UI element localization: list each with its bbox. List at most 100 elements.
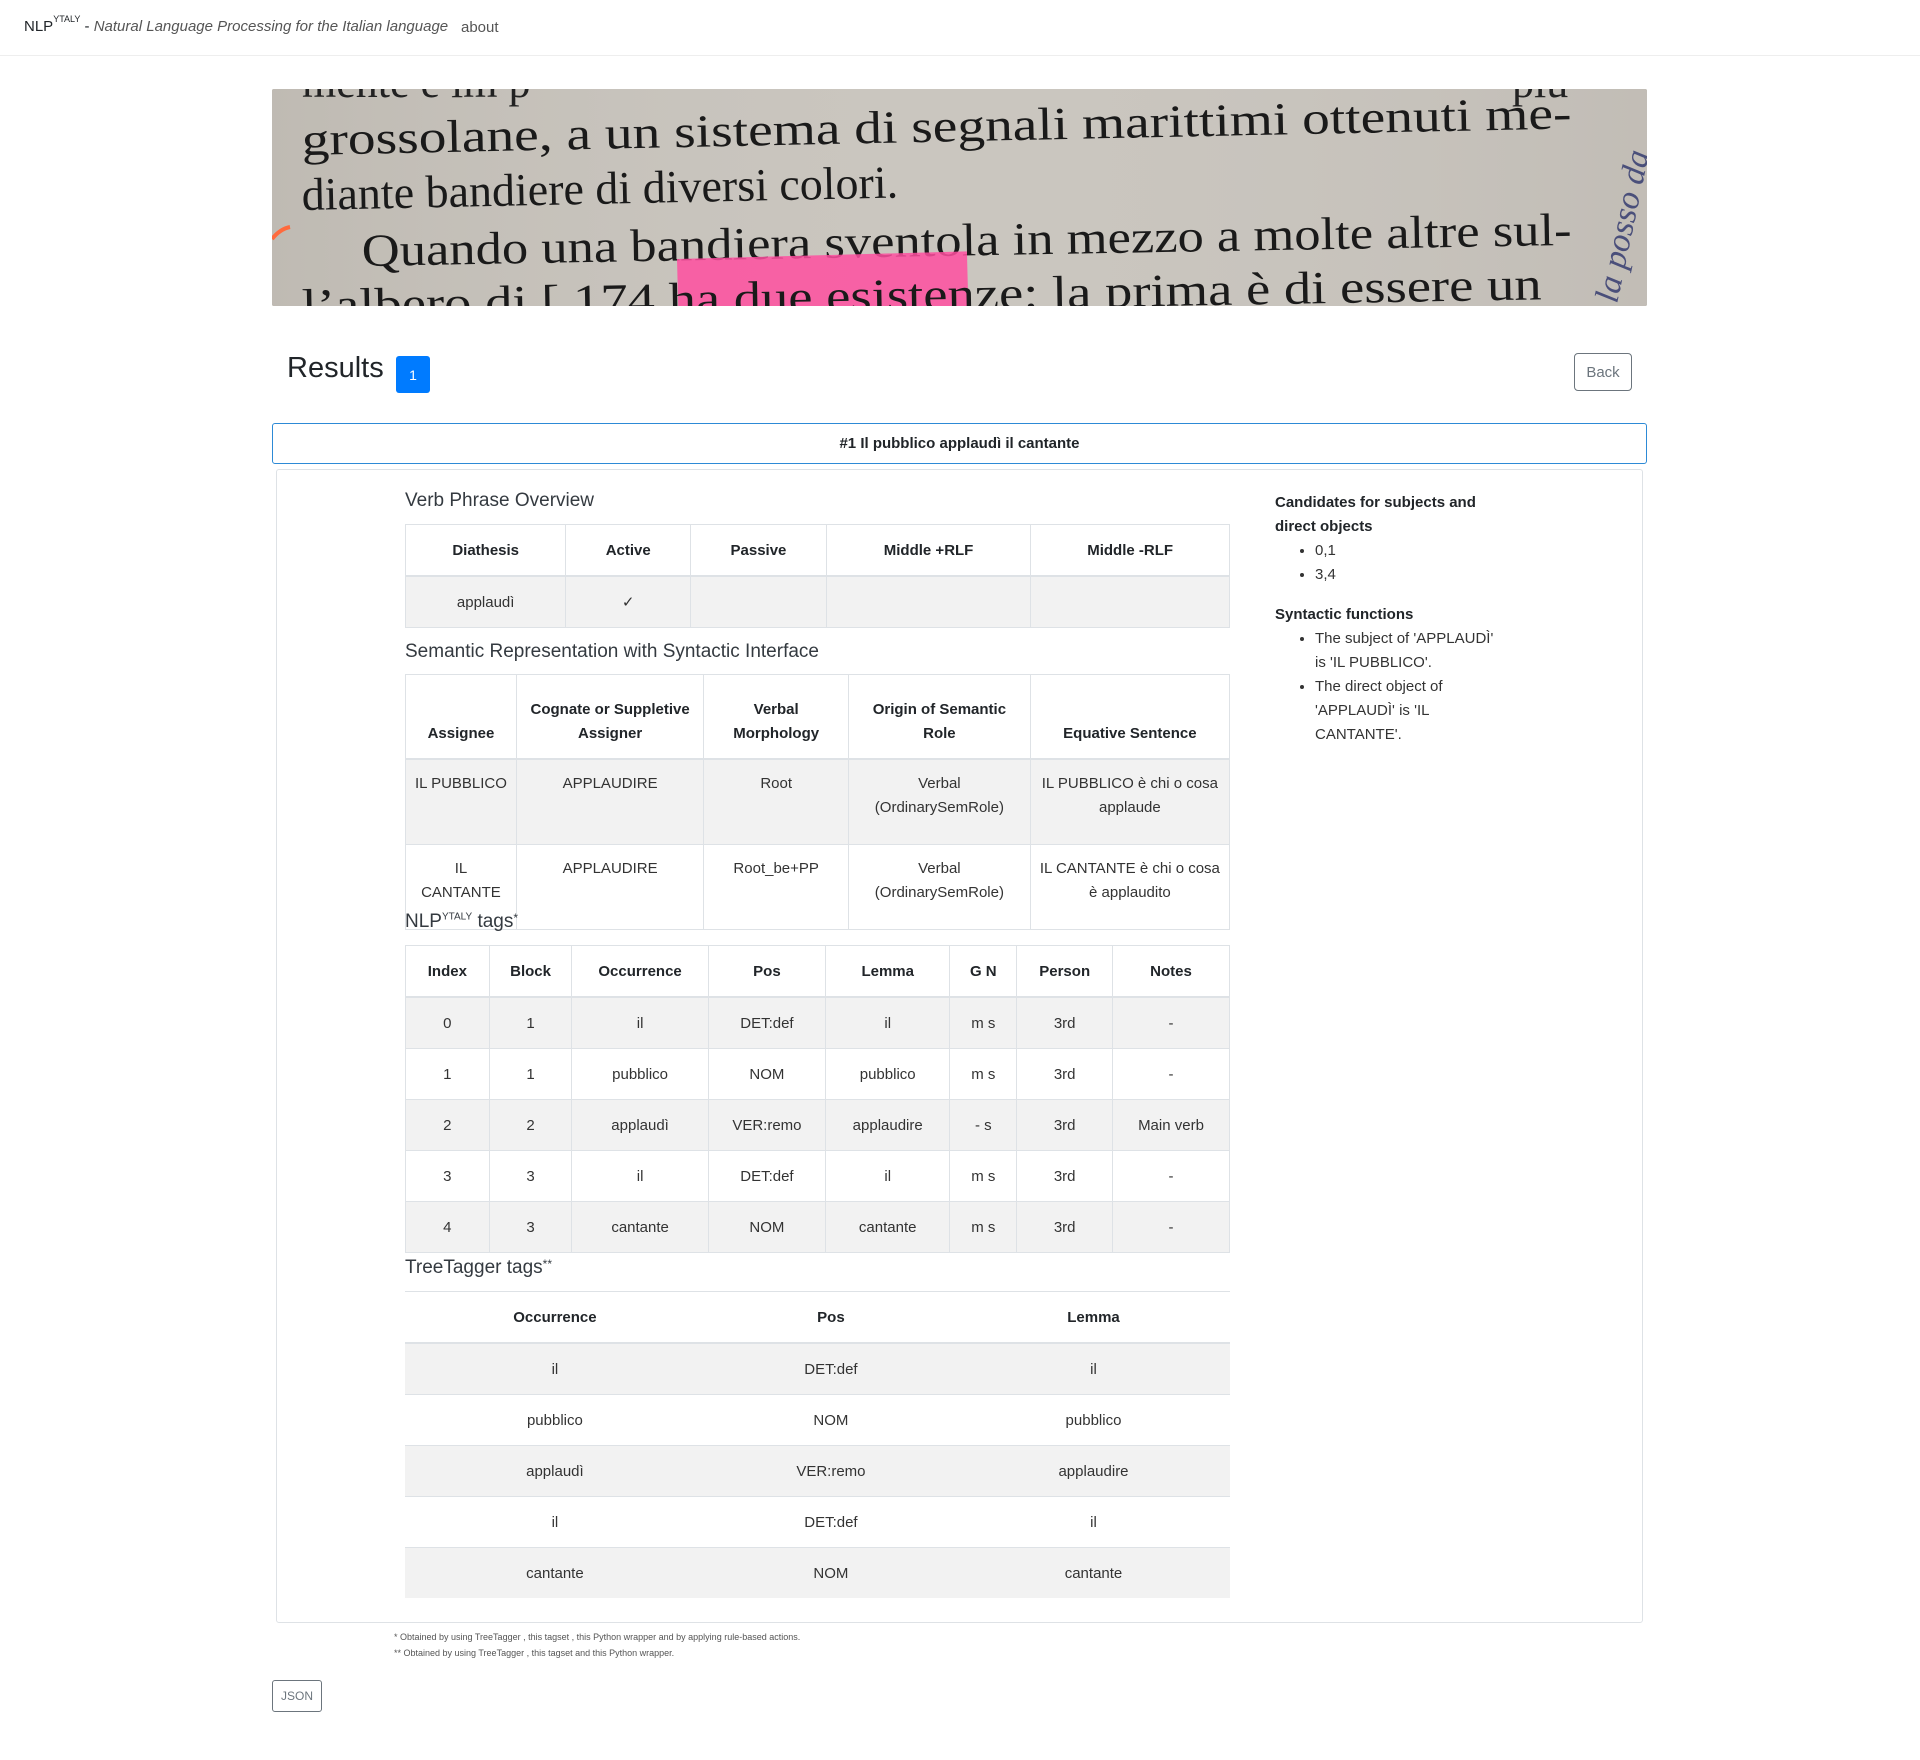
nlp-cell: - xyxy=(1112,1150,1230,1202)
nlp-cell: VER:remo xyxy=(707,1099,827,1151)
nlp-header: Occurrence xyxy=(571,945,709,998)
nlp-header: Lemma xyxy=(825,945,951,998)
sem-cell: IL CANTANTE è chi o cosa è applaudito xyxy=(1029,844,1231,930)
vp-header-middle-rlf-plus: Middle +RLF xyxy=(825,524,1032,577)
table-row: il DET:def il xyxy=(405,1496,1230,1548)
list-item: 0,1 xyxy=(1315,539,1515,563)
nlp-cell: - s xyxy=(949,1099,1018,1151)
sem-cell: Root xyxy=(703,758,850,845)
tt-header: Pos xyxy=(704,1291,957,1344)
vp-header-active: Active xyxy=(565,524,692,577)
nlp-cell: m s xyxy=(949,1048,1018,1100)
vp-header-middle-rlf-minus: Middle -RLF xyxy=(1030,524,1230,577)
nlp-cell: 3 xyxy=(405,1150,490,1202)
nlp-cell: m s xyxy=(949,1150,1018,1202)
sem-header: Equative Sentence xyxy=(1029,674,1231,760)
nlp-cell: NOM xyxy=(707,1201,827,1253)
nlp-cell: il xyxy=(825,996,951,1049)
nlp-cell: il xyxy=(571,1150,709,1202)
nlp-cell: 3rd xyxy=(1016,996,1113,1049)
list-item: The direct object of 'APPLAUDÌ' is 'IL C… xyxy=(1315,675,1475,747)
table-row: cantante NOM cantante xyxy=(405,1547,1230,1598)
results-count-badge: 1 xyxy=(396,356,430,393)
tt-cell: cantante xyxy=(405,1547,705,1598)
candidates-panel: Candidates for subjects and direct objec… xyxy=(1275,491,1515,587)
back-button[interactable]: Back xyxy=(1574,353,1632,391)
vp-cell: applaudì xyxy=(404,575,567,628)
sem-header: Origin of Semantic Role xyxy=(848,674,1031,760)
nlp-cell: 3 xyxy=(488,1150,573,1202)
nlp-cell: - xyxy=(1112,1201,1230,1253)
table-row: IL PUBBLICO APPLAUDIRE Root Verbal (Ordi… xyxy=(405,758,1231,845)
candidates-list: 0,1 3,4 xyxy=(1275,539,1515,587)
treetagger-title-text: TreeTagger tags xyxy=(405,1257,543,1278)
sentence-accordion-header[interactable]: #1 Il pubblico applaudì il cantante xyxy=(272,423,1647,464)
nlp-cell: 3 xyxy=(488,1201,573,1253)
table-row: 3 3 il DET:def il m s 3rd - xyxy=(405,1150,1230,1202)
syntactic-functions-title: Syntactic functions xyxy=(1275,606,1414,623)
nlp-cell: m s xyxy=(949,1201,1018,1253)
banner-photo: mente e im p più grossolane, a un sistem… xyxy=(272,89,1647,306)
nlp-tags-title-suffix: tags xyxy=(472,911,514,932)
nlp-cell: m s xyxy=(949,996,1018,1049)
sem-cell: Verbal (OrdinarySemRole) xyxy=(848,844,1031,930)
nlp-cell: 3rd xyxy=(1016,1099,1113,1151)
table-row: il DET:def il xyxy=(405,1342,1230,1395)
sem-header: Assignee xyxy=(405,674,517,760)
tt-cell: DET:def xyxy=(704,1342,957,1395)
list-item: The subject of 'APPLAUDÌ' is 'IL PUBBLIC… xyxy=(1315,627,1495,675)
vp-cell xyxy=(690,575,827,628)
nlp-tags-table: Index Block Occurrence Pos Lemma G N Per… xyxy=(405,945,1230,1253)
treetagger-star: ** xyxy=(542,1257,552,1271)
svg-text:mente e im p: mente e im p xyxy=(302,89,531,107)
nlp-cell: 3rd xyxy=(1016,1201,1113,1253)
nlp-cell: pubblico xyxy=(825,1048,951,1100)
nlp-cell: DET:def xyxy=(707,996,827,1049)
nlp-cell: applaudire xyxy=(825,1099,951,1151)
nlp-cell: 2 xyxy=(488,1099,573,1151)
nlp-cell: cantante xyxy=(571,1201,709,1253)
list-item: 3,4 xyxy=(1315,563,1515,587)
tt-cell: NOM xyxy=(704,1394,957,1446)
nlp-header: Pos xyxy=(707,945,827,998)
tt-cell: il xyxy=(957,1496,1230,1548)
nlp-cell: 3rd xyxy=(1016,1048,1113,1100)
nlp-cell: 1 xyxy=(405,1048,490,1100)
treetagger-title: TreeTagger tags** xyxy=(405,1257,552,1279)
vp-cell xyxy=(1030,575,1230,628)
vp-check: ✓ xyxy=(565,575,692,628)
tt-cell: DET:def xyxy=(704,1496,957,1548)
brand-name[interactable]: NLP xyxy=(24,18,53,35)
semantic-table: Assignee Cognate or Suppletive Assigner … xyxy=(405,674,1231,930)
semantic-title: Semantic Representation with Syntactic I… xyxy=(405,641,819,662)
tt-cell: il xyxy=(405,1496,705,1548)
sem-header: Cognate or Suppletive Assigner xyxy=(515,674,705,760)
nlp-cell: applaudì xyxy=(571,1099,709,1151)
sem-cell: Verbal (OrdinarySemRole) xyxy=(848,758,1031,845)
syntactic-functions-list: The subject of 'APPLAUDÌ' is 'IL PUBBLIC… xyxy=(1275,627,1515,747)
syntactic-functions-panel: Syntactic functions The subject of 'APPL… xyxy=(1275,603,1515,747)
tt-cell: il xyxy=(957,1342,1230,1395)
vp-header-diathesis: Diathesis xyxy=(404,524,567,577)
nlp-header: Index xyxy=(405,945,490,998)
nlp-cell: 2 xyxy=(405,1099,490,1151)
sem-cell: APPLAUDIRE xyxy=(515,844,705,930)
nlp-tags-title-prefix: NLP xyxy=(405,911,442,932)
sem-cell: IL PUBBLICO xyxy=(405,758,517,845)
table-row: 0 1 il DET:def il m s 3rd - xyxy=(405,996,1230,1049)
table-row: applaudì VER:remo applaudire xyxy=(405,1445,1230,1497)
nav-about-link[interactable]: about xyxy=(461,19,499,36)
vp-title: Verb Phrase Overview xyxy=(405,490,595,511)
brand[interactable]: NLPYTALY - Natural Language Processing f… xyxy=(24,14,448,35)
table-row: pubblico NOM pubblico xyxy=(405,1394,1230,1446)
table-row: 4 3 cantante NOM cantante m s 3rd - xyxy=(405,1201,1230,1253)
tt-header: Occurrence xyxy=(405,1291,705,1344)
nlp-cell: - xyxy=(1112,1048,1230,1100)
json-button[interactable]: JSON xyxy=(272,1680,322,1712)
nlp-cell: cantante xyxy=(825,1201,951,1253)
sem-cell: IL PUBBLICO è chi o cosa applaude xyxy=(1029,758,1231,845)
nlp-header: Block xyxy=(488,945,573,998)
vp-cell xyxy=(825,575,1032,628)
nlp-tags-title: NLPYTALY tags* xyxy=(405,911,518,933)
nlp-cell: il xyxy=(825,1150,951,1202)
